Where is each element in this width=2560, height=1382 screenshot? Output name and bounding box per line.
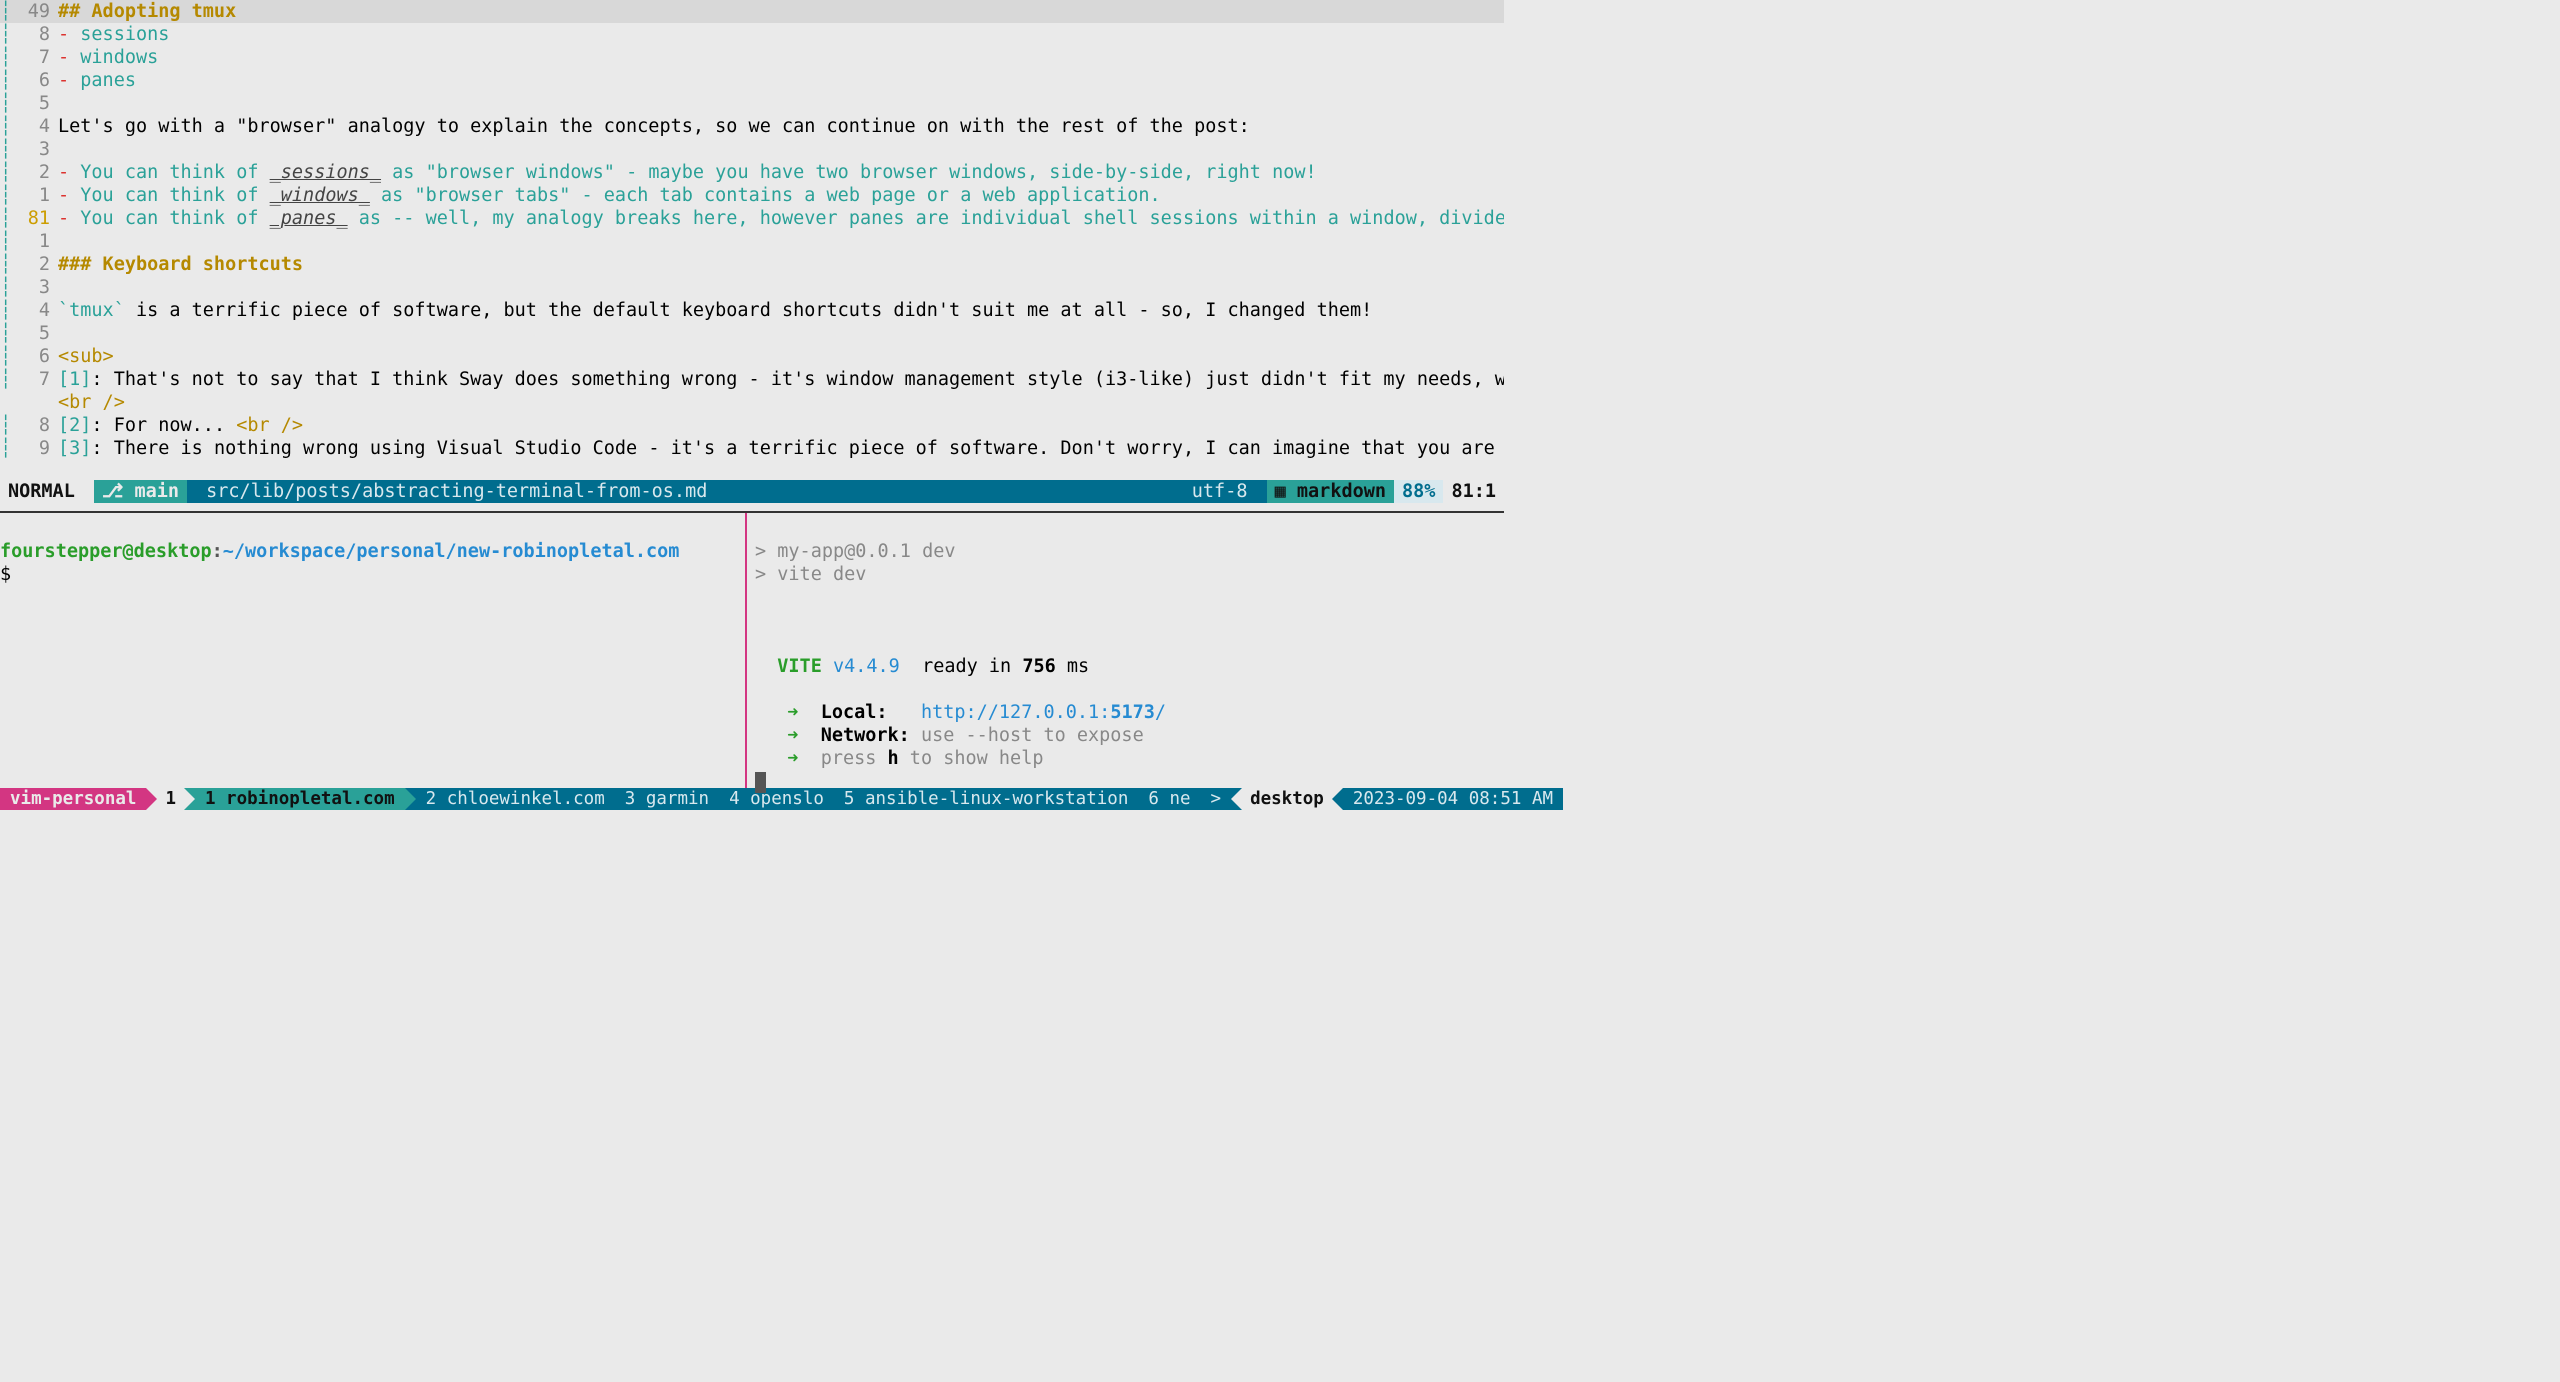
prompt-cwd: ~/workspace/personal/new-robinopletal.co… [223,541,680,562]
line-number: 5 [8,322,58,345]
tmux-hostname: desktop [1242,788,1332,810]
mode-indicator: NORMAL [0,480,94,503]
line-number: 6 [8,69,58,92]
editor-line[interactable]: <br /> [0,391,1504,414]
tmux-window[interactable]: 6 ne [1138,788,1200,810]
editor-line[interactable]: ┆4`tmux` is a terrific piece of software… [0,299,1504,322]
editor-line[interactable]: ┆3 [0,276,1504,299]
line-number: 1 [8,184,58,207]
arrow-icon: ➜ [787,748,798,769]
tmux-host-prefix: > [1201,788,1232,810]
tmux-session-name[interactable]: vim-personal [0,788,146,810]
scroll-percent: 88% [1394,480,1443,503]
prompt-symbol: $ [0,564,11,585]
tmux-window[interactable]: 3 garmin [615,788,719,810]
editor-line[interactable]: ┆6- panes [0,69,1504,92]
editor-line[interactable]: ┆1- You can think of _windows_ as "brows… [0,184,1504,207]
line-number: 1 [8,230,58,253]
vite-pane[interactable]: > my-app@0.0.1 dev > vite dev VITE v4.4.… [747,513,1504,788]
editor-line[interactable]: ┆2### Keyboard shortcuts [0,253,1504,276]
editor-line[interactable]: ┆9[3]: There is nothing wrong using Visu… [0,437,1504,460]
editor-line[interactable]: ┆1 [0,230,1504,253]
tmux-session-index: 1 [157,788,184,810]
terminal-row: fourstepper@desktop:~/workspace/personal… [0,513,1504,788]
editor-line[interactable]: ┆5 [0,92,1504,115]
vim-statusline: NORMAL ⎇ main src/lib/posts/abstracting-… [0,480,1504,503]
file-path: src/lib/posts/abstracting-terminal-from-… [187,480,1184,503]
line-number: 7 [8,46,58,69]
prompt-user-host: fourstepper@desktop [0,541,212,562]
tmux-window[interactable]: 2 chloewinkel.com [416,788,615,810]
editor-line[interactable]: ┆7- windows [0,46,1504,69]
tmux-window-active[interactable]: 1 robinopletal.com [195,788,405,810]
editor-pane[interactable]: ┆49## Adopting tmux┆8- sessions┆7- windo… [0,0,1504,480]
vite-label: VITE [777,656,822,677]
arrow-icon: ➜ [787,702,798,723]
editor-line[interactable]: ┆2- You can think of _sessions_ as "brow… [0,161,1504,184]
line-number [8,391,58,414]
editor-line[interactable]: ┆81- You can think of _panes_ as -- well… [0,207,1504,230]
line-number: 4 [8,115,58,138]
tmux-clock: 2023-09-04 08:51 AM [1343,788,1563,810]
line-number: 2 [8,253,58,276]
cursor-position: 81:1 [1443,480,1504,503]
editor-line[interactable]: ┆7[1]: That's not to say that I think Sw… [0,368,1504,391]
editor-line[interactable]: ┆5 [0,322,1504,345]
editor-line[interactable]: ┆8- sessions [0,23,1504,46]
editor-line[interactable]: ┆49## Adopting tmux [0,0,1504,23]
line-number: 7 [8,368,58,391]
editor-line[interactable]: ┆4Let's go with a "browser" analogy to e… [0,115,1504,138]
tmux-window[interactable]: 5 ansible-linux-workstation [834,788,1138,810]
line-number: 3 [8,138,58,161]
line-number: 3 [8,276,58,299]
line-number: 6 [8,345,58,368]
editor-line[interactable]: ┆3 [0,138,1504,161]
git-branch: ⎇ main [94,480,187,503]
editor-line[interactable]: ┆6<sub> [0,345,1504,368]
editor-line[interactable]: ┆8[2]: For now... <br /> [0,414,1504,437]
line-number: 8 [8,23,58,46]
line-number: 8 [8,414,58,437]
line-number: 4 [8,299,58,322]
line-number: 9 [8,437,58,460]
line-number: 5 [8,92,58,115]
line-number: 2 [8,161,58,184]
line-number: 81 [8,207,58,230]
file-type: ▦ markdown [1267,480,1394,503]
line-number: 49 [8,0,58,23]
file-encoding: utf-8 [1184,480,1267,503]
tmux-statusbar[interactable]: vim-personal 1 1 robinopletal.com 2 chlo… [0,788,1504,810]
cursor [755,772,766,793]
arrow-icon: ➜ [787,725,798,746]
shell-pane[interactable]: fourstepper@desktop:~/workspace/personal… [0,513,745,788]
